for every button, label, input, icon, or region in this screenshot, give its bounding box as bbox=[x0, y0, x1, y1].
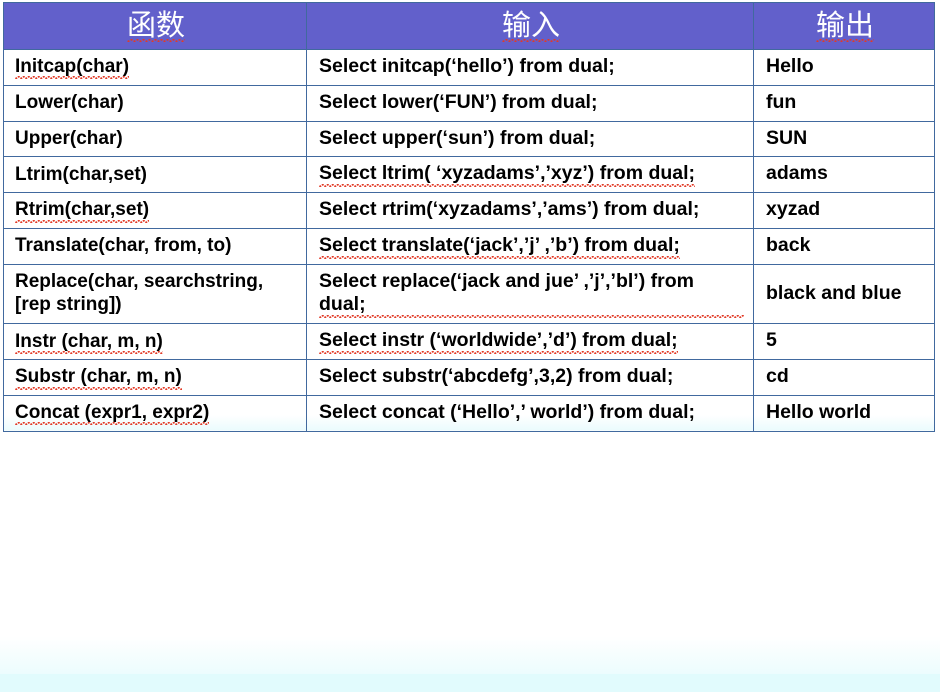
cell-function-text: Lower(char) bbox=[15, 92, 124, 114]
cell-output: cd bbox=[753, 359, 935, 396]
cell-output: xyzad bbox=[753, 192, 935, 229]
cell-function: Replace(char, searchstring,[rep string]) bbox=[3, 263, 307, 325]
cell-input: Select replace(‘jack and jue’ ,’j’,’bl’)… bbox=[306, 263, 754, 325]
column-header-input-label: 输入 bbox=[501, 7, 561, 42]
cell-input-text: Select rtrim(‘xyzadams’,’ams’) from dual… bbox=[319, 198, 700, 221]
cell-function-text: Rtrim(char,set) bbox=[15, 199, 150, 223]
table-row: Lower(char) Select lower(‘FUN’) from dua… bbox=[3, 84, 935, 122]
cell-output-text: black and blue bbox=[766, 281, 902, 304]
table-row: Ltrim(char,set) Select ltrim( ‘xyzadams’… bbox=[3, 156, 935, 194]
table-body: Initcap(char) Select initcap(‘hello’) fr… bbox=[3, 49, 935, 432]
cell-output-text: fun bbox=[766, 90, 797, 113]
cell-output-text: Hello world bbox=[766, 400, 872, 423]
cell-input: Select initcap(‘hello’) from dual; bbox=[306, 49, 754, 86]
cell-function-text: Instr (char, m, n) bbox=[15, 330, 163, 354]
cell-output-text: back bbox=[766, 233, 811, 256]
cell-input-text: Select upper(‘sun’) from dual; bbox=[319, 126, 596, 149]
cell-input-text: Select initcap(‘hello’) from dual; bbox=[319, 55, 615, 77]
cell-input-text: Select substr(‘abcdefg’,3,2) from dual; bbox=[319, 365, 674, 388]
cell-function-text: Substr (char, m, n) bbox=[15, 366, 182, 390]
cell-input-text: Select translate(‘jack’,’j’ ,’b’) from d… bbox=[319, 233, 680, 259]
table-row: Replace(char, searchstring,[rep string])… bbox=[3, 263, 935, 325]
cell-function-text: Initcap(char) bbox=[15, 56, 130, 80]
cell-input-text: Select instr (‘worldwide’,’d’) from dual… bbox=[319, 329, 678, 354]
column-header-output-label: 输出 bbox=[815, 7, 875, 42]
cell-output-text: adams bbox=[766, 162, 828, 185]
cell-input: Select instr (‘worldwide’,’d’) from dual… bbox=[306, 323, 754, 361]
column-header-function-label: 函数 bbox=[126, 7, 186, 42]
cell-output-text: Hello bbox=[766, 55, 814, 77]
cell-output-text: SUN bbox=[766, 126, 808, 149]
sql-string-functions-table: 函数 输入 输出 Initcap(char) Select initcap(‘h… bbox=[3, 2, 935, 432]
cell-output: black and blue bbox=[753, 263, 935, 325]
table-row: Upper(char) Select upper(‘sun’) from dua… bbox=[3, 120, 935, 158]
cell-input: Select ltrim( ‘xyzadams’,’xyz’) from dua… bbox=[306, 156, 754, 194]
cell-function: Rtrim(char,set) bbox=[3, 192, 307, 229]
cell-input: Select upper(‘sun’) from dual; bbox=[306, 120, 754, 158]
cell-function: Instr (char, m, n) bbox=[3, 323, 307, 361]
cell-input-text: Select concat (‘Hello’,’ world’) from du… bbox=[319, 400, 695, 423]
cell-input: Select lower(‘FUN’) from dual; bbox=[306, 84, 754, 122]
cell-function-text: Replace(char, searchstring,[rep string]) bbox=[15, 271, 264, 316]
table-row: Initcap(char) Select initcap(‘hello’) fr… bbox=[3, 49, 935, 86]
cell-function: Initcap(char) bbox=[3, 49, 307, 86]
cell-function: Translate(char, from, to) bbox=[3, 227, 307, 265]
cell-output: Hello bbox=[753, 49, 935, 86]
cell-function: Upper(char) bbox=[3, 120, 307, 158]
cell-output: fun bbox=[753, 84, 935, 122]
table-row: Translate(char, from, to) Select transla… bbox=[3, 227, 935, 265]
cell-output: 5 bbox=[753, 323, 935, 361]
column-header-function: 函数 bbox=[3, 2, 307, 50]
cell-input: Select rtrim(‘xyzadams’,’ams’) from dual… bbox=[306, 192, 754, 229]
cell-input-text: Select ltrim( ‘xyzadams’,’xyz’) from dua… bbox=[319, 162, 696, 187]
column-header-output: 输出 bbox=[753, 2, 935, 50]
cell-function-text: Ltrim(char,set) bbox=[15, 163, 147, 185]
table-row: Rtrim(char,set) Select rtrim(‘xyzadams’,… bbox=[3, 192, 935, 229]
cell-output-text: xyzad bbox=[766, 198, 821, 221]
cell-output: adams bbox=[753, 156, 935, 194]
cell-input: Select substr(‘abcdefg’,3,2) from dual; bbox=[306, 359, 754, 396]
cell-function-text: Concat (expr1, expr2) bbox=[15, 402, 210, 426]
column-header-input: 输入 bbox=[306, 2, 754, 50]
cell-function: Substr (char, m, n) bbox=[3, 359, 307, 396]
cell-input-text: Select lower(‘FUN’) from dual; bbox=[319, 90, 598, 113]
cell-function-text: Upper(char) bbox=[15, 127, 123, 149]
cell-output: Hello world bbox=[753, 394, 935, 432]
cell-input-text: Select replace(‘jack and jue’ ,’j’,’bl’)… bbox=[319, 270, 744, 318]
slide-canvas: 函数 输入 输出 Initcap(char) Select initcap(‘h… bbox=[0, 2, 940, 692]
cell-function: Concat (expr1, expr2) bbox=[3, 394, 307, 432]
table-header: 函数 输入 输出 bbox=[3, 2, 935, 50]
cell-function: Ltrim(char,set) bbox=[3, 156, 307, 194]
slide-bottom-accent-strip bbox=[0, 674, 940, 692]
cell-output: back bbox=[753, 227, 935, 265]
cell-function: Lower(char) bbox=[3, 84, 307, 122]
cell-output-text: cd bbox=[766, 365, 789, 388]
table-row: Instr (char, m, n) Select instr (‘worldw… bbox=[3, 323, 935, 361]
cell-output-text: 5 bbox=[766, 329, 777, 352]
table-row: Substr (char, m, n) Select substr(‘abcde… bbox=[3, 359, 935, 396]
table-row: Concat (expr1, expr2) Select concat (‘He… bbox=[3, 394, 935, 432]
cell-input: Select translate(‘jack’,’j’ ,’b’) from d… bbox=[306, 227, 754, 265]
cell-input: Select concat (‘Hello’,’ world’) from du… bbox=[306, 394, 754, 432]
table-header-row: 函数 输入 输出 bbox=[3, 2, 935, 50]
cell-function-text: Translate(char, from, to) bbox=[15, 235, 232, 257]
cell-output: SUN bbox=[753, 120, 935, 158]
